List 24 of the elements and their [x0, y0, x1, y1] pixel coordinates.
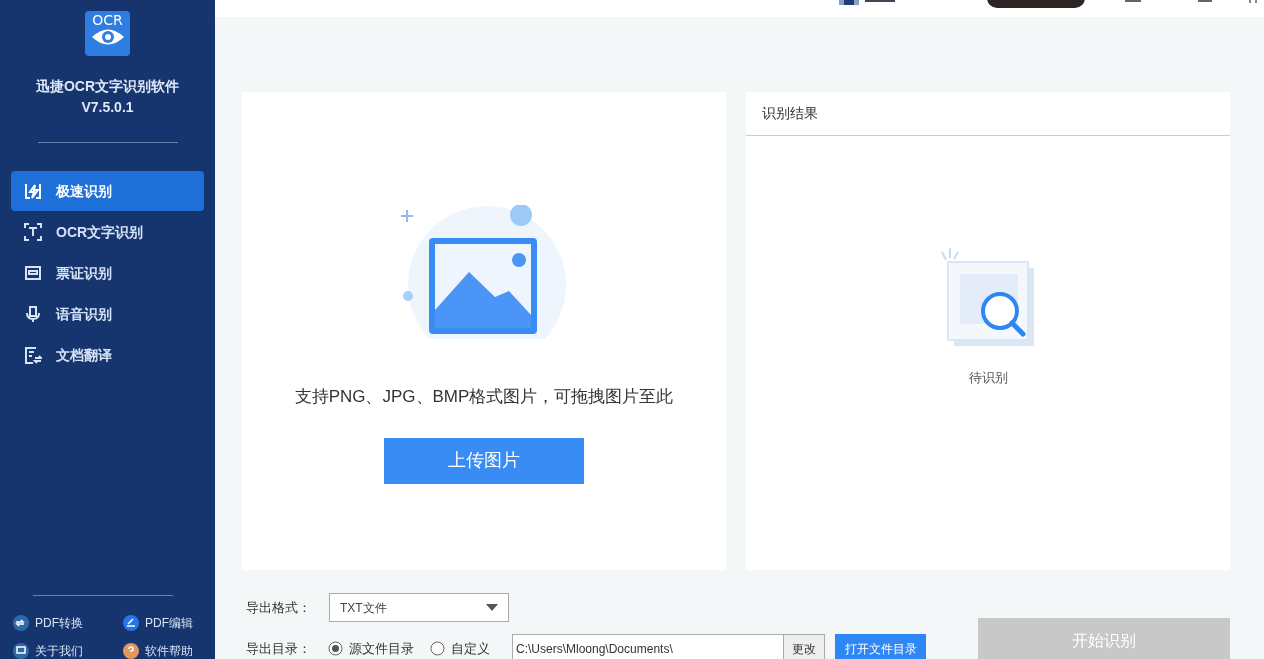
change-button[interactable]: 更改 [784, 634, 825, 659]
logo-text: OCR [92, 12, 123, 28]
format-label: 导出格式： [246, 598, 312, 617]
nav-item[interactable]: OCR文字识别 [11, 212, 204, 252]
bottom-link[interactable]: PDF转换 [35, 614, 83, 632]
result-title: 识别结果 [762, 104, 818, 123]
radio-label[interactable]: 自定义 [451, 638, 490, 659]
upload-hint: 支持PNG、JPG、BMP格式图片，可拖拽图片至此 [294, 386, 674, 408]
result-status: 待识别 [967, 369, 1009, 387]
nav-item[interactable]: 票证识别 [11, 253, 204, 293]
bottom-link[interactable]: 软件帮助 [145, 642, 193, 659]
radio-label[interactable]: 源文件目录 [349, 638, 414, 659]
app-name: 迅捷OCR文字识别软件 [35, 77, 180, 96]
bottom-link[interactable]: PDF编辑 [145, 614, 193, 632]
nav-item[interactable]: 文档翻译 [11, 335, 204, 375]
directory-label: 导出目录： [246, 639, 312, 658]
open-folder-button[interactable]: 打开文件目录 [835, 634, 926, 659]
upload-panel[interactable]: 支持PNG、JPG、BMP格式图片，可拖拽图片至此 上传图片 [242, 92, 726, 570]
nav-item[interactable]: 语音识别 [11, 294, 204, 334]
app-version: V7.5.0.1 [81, 98, 134, 117]
bottom-link[interactable]: 关于我们 [35, 642, 83, 659]
nav-item[interactable]: 极速识别 [11, 171, 204, 211]
format-dropdown[interactable]: TXT文件 [329, 593, 509, 622]
path-field[interactable]: C:\Users\Mloong\Documents\ [512, 634, 784, 659]
